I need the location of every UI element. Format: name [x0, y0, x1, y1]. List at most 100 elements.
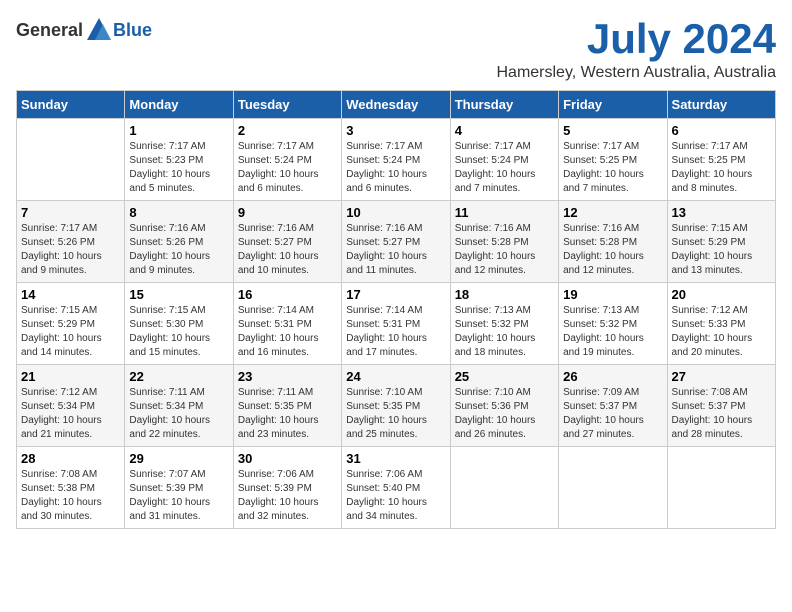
calendar-day-cell: 17 Sunrise: 7:14 AMSunset: 5:31 PMDayligh… [342, 283, 450, 365]
weekday-header-cell: Thursday [450, 91, 558, 119]
day-number: 29 [129, 451, 228, 466]
day-info: Sunrise: 7:08 AMSunset: 5:38 PMDaylight:… [21, 468, 120, 524]
calendar-week-row: 28 Sunrise: 7:08 AMSunset: 5:38 PMDayligh… [17, 447, 776, 529]
calendar-day-cell: 14Sunrise: 7:15 AMSunset: 5:29 PMDayligh… [17, 283, 125, 365]
day-info: Sunrise: 7:06 AMSunset: 5:40 PMDaylight:… [346, 468, 445, 524]
day-number: 2 [238, 123, 337, 138]
calendar-day-cell: 15 Sunrise: 7:15 AMSunset: 5:30 PMDayligh… [125, 283, 233, 365]
calendar-day-cell: 2 Sunrise: 7:17 AMSunset: 5:24 PMDaylight… [233, 119, 341, 201]
day-number: 22 [129, 369, 228, 384]
calendar-day-cell: 30Sunrise: 7:06 AMSunset: 5:39 PMDayligh… [233, 447, 341, 529]
day-info: Sunrise: 7:15 AMSunset: 5:30 PMDaylight:… [129, 304, 228, 360]
logo-blue: Blue [113, 20, 152, 41]
calendar-body: 1Sunrise: 7:17 AMSunset: 5:23 PMDaylight… [17, 119, 776, 529]
calendar-week-row: 1Sunrise: 7:17 AMSunset: 5:23 PMDaylight… [17, 119, 776, 201]
calendar-day-cell: 29 Sunrise: 7:07 AMSunset: 5:39 PMDayligh… [125, 447, 233, 529]
day-number: 1 [129, 123, 228, 138]
day-number: 24 [346, 369, 445, 384]
calendar-day-cell: 9 Sunrise: 7:16 AMSunset: 5:27 PMDaylight… [233, 201, 341, 283]
calendar-day-cell: 6 Sunrise: 7:17 AMSunset: 5:25 PMDaylight… [667, 119, 775, 201]
month-title: July 2024 [496, 16, 776, 62]
calendar-day-cell: 8Sunrise: 7:16 AMSunset: 5:26 PMDaylight… [125, 201, 233, 283]
day-info: Sunrise: 7:07 AMSunset: 5:39 PMDaylight:… [129, 468, 228, 524]
day-info: Sunrise: 7:06 AMSunset: 5:39 PMDaylight:… [238, 468, 337, 524]
calendar-day-cell: 5 Sunrise: 7:17 AMSunset: 5:25 PMDaylight… [559, 119, 667, 201]
weekday-header-cell: Saturday [667, 91, 775, 119]
day-info: Sunrise: 7:16 AMSunset: 5:27 PMDaylight:… [238, 222, 337, 278]
day-info: Sunrise: 7:17 AMSunset: 5:24 PMDaylight:… [455, 140, 554, 196]
day-info: Sunrise: 7:14 AMSunset: 5:31 PMDaylight:… [346, 304, 445, 360]
weekday-header-cell: Wednesday [342, 91, 450, 119]
calendar-day-cell: 16Sunrise: 7:14 AMSunset: 5:31 PMDayligh… [233, 283, 341, 365]
day-number: 10 [346, 205, 445, 220]
day-info: Sunrise: 7:17 AMSunset: 5:24 PMDaylight:… [346, 140, 445, 196]
day-number: 31 [346, 451, 445, 466]
calendar-day-cell: 18Sunrise: 7:13 AMSunset: 5:32 PMDayligh… [450, 283, 558, 365]
day-number: 16 [238, 287, 337, 302]
calendar-day-cell: 3Sunrise: 7:17 AMSunset: 5:24 PMDaylight… [342, 119, 450, 201]
day-info: Sunrise: 7:17 AMSunset: 5:24 PMDaylight:… [238, 140, 337, 196]
day-info: Sunrise: 7:15 AMSunset: 5:29 PMDaylight:… [21, 304, 120, 360]
calendar-day-cell: 11 Sunrise: 7:16 AMSunset: 5:28 PMDayligh… [450, 201, 558, 283]
day-info: Sunrise: 7:09 AMSunset: 5:37 PMDaylight:… [563, 386, 662, 442]
day-info: Sunrise: 7:17 AMSunset: 5:25 PMDaylight:… [672, 140, 771, 196]
day-info: Sunrise: 7:17 AMSunset: 5:25 PMDaylight:… [563, 140, 662, 196]
day-info: Sunrise: 7:10 AMSunset: 5:35 PMDaylight:… [346, 386, 445, 442]
weekday-header-cell: Sunday [17, 91, 125, 119]
day-info: Sunrise: 7:13 AMSunset: 5:32 PMDaylight:… [455, 304, 554, 360]
day-number: 11 [455, 205, 554, 220]
day-number: 26 [563, 369, 662, 384]
calendar-day-cell: 1Sunrise: 7:17 AMSunset: 5:23 PMDaylight… [125, 119, 233, 201]
page-header: General Blue July 2024 Hamersley, Wester… [16, 16, 776, 82]
calendar-day-cell: 23 Sunrise: 7:11 AMSunset: 5:35 PMDayligh… [233, 365, 341, 447]
logo-general: General [16, 20, 83, 41]
calendar-day-cell: 24 Sunrise: 7:10 AMSunset: 5:35 PMDayligh… [342, 365, 450, 447]
calendar-week-row: 7Sunrise: 7:17 AMSunset: 5:26 PMDaylight… [17, 201, 776, 283]
day-info: Sunrise: 7:15 AMSunset: 5:29 PMDaylight:… [672, 222, 771, 278]
calendar-day-cell [667, 447, 775, 529]
day-number: 6 [672, 123, 771, 138]
calendar-day-cell: 21Sunrise: 7:12 AMSunset: 5:34 PMDayligh… [17, 365, 125, 447]
day-number: 28 [21, 451, 120, 466]
day-number: 5 [563, 123, 662, 138]
logo: General Blue [16, 16, 152, 44]
calendar-week-row: 21Sunrise: 7:12 AMSunset: 5:34 PMDayligh… [17, 365, 776, 447]
weekday-header-cell: Friday [559, 91, 667, 119]
calendar-day-cell: 10Sunrise: 7:16 AMSunset: 5:27 PMDayligh… [342, 201, 450, 283]
day-info: Sunrise: 7:11 AMSunset: 5:35 PMDaylight:… [238, 386, 337, 442]
calendar-day-cell [450, 447, 558, 529]
calendar-day-cell [559, 447, 667, 529]
day-info: Sunrise: 7:08 AMSunset: 5:37 PMDaylight:… [672, 386, 771, 442]
logo-icon [85, 16, 113, 44]
day-info: Sunrise: 7:12 AMSunset: 5:33 PMDaylight:… [672, 304, 771, 360]
day-info: Sunrise: 7:13 AMSunset: 5:32 PMDaylight:… [563, 304, 662, 360]
day-number: 20 [672, 287, 771, 302]
weekday-header-row: SundayMondayTuesdayWednesdayThursdayFrid… [17, 91, 776, 119]
day-number: 12 [563, 205, 662, 220]
weekday-header-cell: Tuesday [233, 91, 341, 119]
day-info: Sunrise: 7:16 AMSunset: 5:28 PMDaylight:… [455, 222, 554, 278]
day-number: 15 [129, 287, 228, 302]
day-number: 27 [672, 369, 771, 384]
calendar-day-cell: 12 Sunrise: 7:16 AMSunset: 5:28 PMDayligh… [559, 201, 667, 283]
day-number: 25 [455, 369, 554, 384]
day-info: Sunrise: 7:12 AMSunset: 5:34 PMDaylight:… [21, 386, 120, 442]
location-title: Hamersley, Western Australia, Australia [496, 64, 776, 82]
day-info: Sunrise: 7:16 AMSunset: 5:28 PMDaylight:… [563, 222, 662, 278]
calendar-day-cell: 25 Sunrise: 7:10 AMSunset: 5:36 PMDayligh… [450, 365, 558, 447]
calendar-day-cell: 7Sunrise: 7:17 AMSunset: 5:26 PMDaylight… [17, 201, 125, 283]
weekday-header-cell: Monday [125, 91, 233, 119]
day-number: 23 [238, 369, 337, 384]
calendar-day-cell: 22Sunrise: 7:11 AMSunset: 5:34 PMDayligh… [125, 365, 233, 447]
calendar-day-cell: 20 Sunrise: 7:12 AMSunset: 5:33 PMDayligh… [667, 283, 775, 365]
calendar-day-cell [17, 119, 125, 201]
day-info: Sunrise: 7:16 AMSunset: 5:26 PMDaylight:… [129, 222, 228, 278]
calendar-day-cell: 19 Sunrise: 7:13 AMSunset: 5:32 PMDayligh… [559, 283, 667, 365]
day-info: Sunrise: 7:10 AMSunset: 5:36 PMDaylight:… [455, 386, 554, 442]
day-number: 17 [346, 287, 445, 302]
calendar-day-cell: 26 Sunrise: 7:09 AMSunset: 5:37 PMDayligh… [559, 365, 667, 447]
day-number: 19 [563, 287, 662, 302]
day-number: 9 [238, 205, 337, 220]
calendar-day-cell: 28 Sunrise: 7:08 AMSunset: 5:38 PMDayligh… [17, 447, 125, 529]
calendar-day-cell: 13Sunrise: 7:15 AMSunset: 5:29 PMDayligh… [667, 201, 775, 283]
